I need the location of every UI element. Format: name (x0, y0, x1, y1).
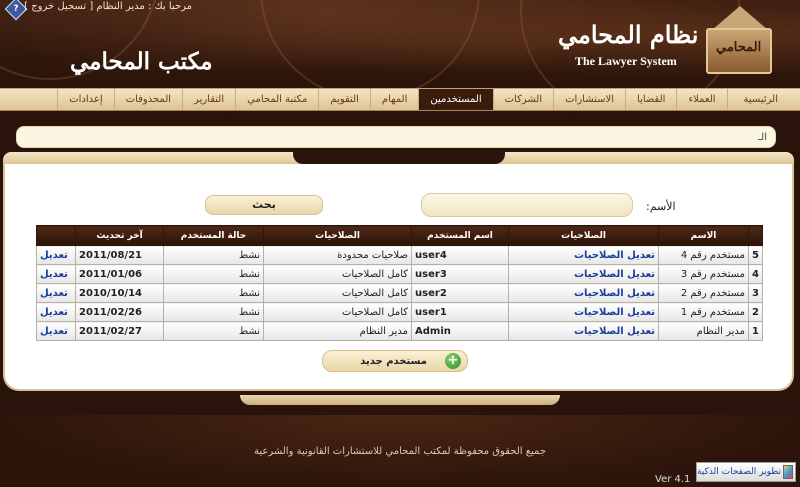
user-name: مستخدم رقم 3 (658, 264, 750, 284)
row-number: 5 (748, 245, 763, 265)
nav-item-cases[interactable]: القضايا (625, 89, 676, 110)
col-header-permissions: الصلاحيات (263, 225, 413, 246)
username: Admin (411, 321, 510, 341)
col-header-status: حالة المستخدم (163, 225, 265, 246)
last-update: 2011/01/06 (75, 264, 165, 284)
edit-link[interactable]: تعديل (35, 245, 77, 265)
table-row: 4 مستخدم رقم 3 تعديل الصلاحيات user3 كام… (35, 264, 763, 284)
table-header-row: الاسم الصلاحيات اسم المستخدم الصلاحيات ح… (35, 225, 763, 246)
name-search-input[interactable] (421, 193, 633, 217)
nav-item-deleted[interactable]: المحذوفات (113, 89, 182, 110)
col-header-edit (35, 225, 77, 246)
row-number: 2 (748, 302, 763, 322)
new-user-button[interactable]: + مستخدم جديد (322, 350, 468, 372)
username: user2 (411, 283, 510, 303)
nav-item-library[interactable]: مكتبة المحامي (235, 89, 318, 110)
breadcrumb-text: الـ (758, 131, 767, 143)
new-user-label: مستخدم جديد (360, 355, 427, 367)
user-name: مستخدم رقم 1 (658, 302, 750, 322)
user-name: مستخدم رقم 4 (658, 245, 750, 265)
user-status: نشط (163, 321, 265, 341)
welcome-prefix: مرحبا بك : مدير النظام [ (89, 1, 192, 12)
permissions: كامل الصلاحيات (263, 264, 413, 284)
permissions: مدير النظام (263, 321, 413, 341)
username: user3 (411, 264, 510, 284)
nav-item-clients[interactable]: العملاء (676, 89, 726, 110)
table-row: 3 مستخدم رقم 2 تعديل الصلاحيات user2 كام… (35, 283, 763, 303)
panel-bottom-tab (240, 395, 560, 405)
edit-permissions-link[interactable]: تعديل الصلاحيات (508, 321, 660, 341)
row-number: 4 (748, 264, 763, 284)
user-status: نشط (163, 283, 265, 303)
edit-link[interactable]: تعديل (35, 264, 77, 284)
user-name: مستخدم رقم 2 (658, 283, 750, 303)
version-label: Ver 4.1 (655, 474, 691, 485)
col-header-permissions-link: الصلاحيات (508, 225, 660, 246)
permissions: كامل الصلاحيات (263, 283, 413, 303)
panel-header (3, 152, 794, 164)
username: user1 (411, 302, 510, 322)
nav-item-home[interactable]: الرئيسية (726, 89, 800, 110)
last-update: 2010/10/14 (75, 283, 165, 303)
nav-item-tasks[interactable]: المهام (369, 89, 418, 110)
welcome-message: مرحبا بك : مدير النظام [ تسجيل خروج ] (24, 1, 192, 12)
name-label: الأسم: (646, 200, 676, 213)
copyright-text: جميع الحقوق محفوظة لمكتب المحامي للاستشا… (253, 446, 547, 457)
edit-permissions-link[interactable]: تعديل الصلاحيات (508, 302, 660, 322)
nav-item-calendar[interactable]: التقويم (318, 89, 370, 110)
plus-icon: + (445, 353, 461, 369)
nav-item-settings[interactable]: إعدادات (57, 89, 113, 110)
permissions: كامل الصلاحيات (263, 302, 413, 322)
office-title: مكتب المحامي (70, 48, 213, 75)
system-title: نظام المحامي (558, 20, 699, 49)
nav-item-users[interactable]: المستخدمين (418, 89, 493, 110)
breadcrumb: الـ (16, 126, 776, 148)
header-ornament (260, 0, 480, 88)
users-table: الاسم الصلاحيات اسم المستخدم الصلاحيات ح… (35, 225, 763, 341)
user-status: نشط (163, 264, 265, 284)
logout-link[interactable]: تسجيل خروج (31, 1, 86, 12)
username: user4 (411, 245, 510, 265)
edit-link[interactable]: تعديل (35, 302, 77, 322)
system-subtitle: The Lawyer System (575, 54, 677, 68)
col-header-last-update: آخر تحديث (75, 225, 165, 246)
smart-pages-icon (783, 465, 793, 479)
col-header-name: الاسم (658, 225, 750, 246)
nav-notch (225, 111, 575, 119)
edit-link[interactable]: تعديل (35, 283, 77, 303)
main-nav: الرئيسية العملاء القضايا الاستشارات الشر… (0, 88, 800, 111)
nav-item-companies[interactable]: الشركات (492, 89, 554, 110)
logo: المحامي (706, 28, 772, 74)
user-name: مدير النظام (658, 321, 750, 341)
row-number: 3 (748, 283, 763, 303)
user-status: نشط (163, 245, 265, 265)
edit-permissions-link[interactable]: تعديل الصلاحيات (508, 245, 660, 265)
last-update: 2011/02/27 (75, 321, 165, 341)
search-button[interactable]: بحث (205, 195, 323, 215)
row-number: 1 (748, 321, 763, 341)
smart-pages-link[interactable]: تطوير الصفحات الذكية (696, 462, 796, 482)
user-status: نشط (163, 302, 265, 322)
welcome-suffix: ] (24, 1, 29, 12)
logo-roof (712, 6, 768, 30)
table-row: 2 مستخدم رقم 1 تعديل الصلاحيات user1 كام… (35, 302, 763, 322)
permissions: صلاحيات محدودة (263, 245, 413, 265)
edit-permissions-link[interactable]: تعديل الصلاحيات (508, 283, 660, 303)
table-row: 5 مستخدم رقم 4 تعديل الصلاحيات user4 صلا… (35, 245, 763, 265)
nav-item-reports[interactable]: التقارير (182, 89, 235, 110)
last-update: 2011/08/21 (75, 245, 165, 265)
col-header-num (748, 225, 763, 246)
edit-link[interactable]: تعديل (35, 321, 77, 341)
smart-pages-label: تطوير الصفحات الذكية (697, 467, 782, 477)
nav-item-consultations[interactable]: الاستشارات (553, 89, 625, 110)
panel-notch (293, 152, 505, 164)
col-header-username: اسم المستخدم (411, 225, 510, 246)
table-row: 1 مدير النظام تعديل الصلاحيات Admin مدير… (35, 321, 763, 341)
last-update: 2011/02/26 (75, 302, 165, 322)
edit-permissions-link[interactable]: تعديل الصلاحيات (508, 264, 660, 284)
